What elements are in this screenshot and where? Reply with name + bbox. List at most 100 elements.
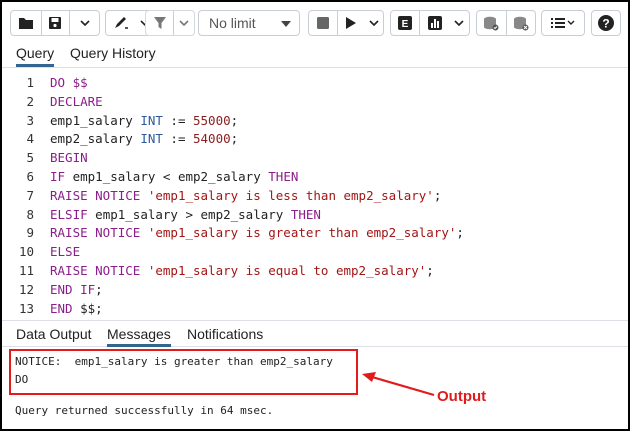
line-number: 7 bbox=[26, 187, 34, 203]
line-number: 12 bbox=[18, 281, 34, 297]
line-number: 2 bbox=[26, 93, 34, 109]
caret-down-icon bbox=[281, 21, 291, 27]
macros-button[interactable] bbox=[541, 10, 585, 36]
line-number: 10 bbox=[18, 244, 34, 260]
line-number: 9 bbox=[26, 225, 34, 241]
code-token: INT bbox=[140, 131, 163, 147]
save-icon[interactable] bbox=[42, 11, 70, 35]
help-button[interactable]: ? bbox=[591, 10, 621, 36]
code-token: $$; bbox=[72, 300, 103, 316]
code-token: := bbox=[162, 112, 193, 128]
code-token: THEN bbox=[268, 169, 299, 184]
code-token: END bbox=[50, 300, 73, 316]
code-token: ; bbox=[230, 131, 239, 147]
code-token: ; bbox=[433, 187, 442, 203]
tab-query[interactable]: Query bbox=[16, 45, 55, 67]
code-line: RAISE NOTICE 'emp1_salary is less than e… bbox=[50, 188, 441, 203]
analyze-chart-icon[interactable] bbox=[420, 11, 450, 35]
code-token: ; bbox=[230, 112, 239, 128]
code-token: ELSIF bbox=[50, 206, 88, 222]
macros-list-icon bbox=[542, 11, 584, 35]
query-tool-window: No limit E ? Query Query History 1 2 3 4… bbox=[0, 0, 630, 431]
code-line: ELSE bbox=[50, 244, 80, 259]
line-number: 1 bbox=[26, 75, 34, 90]
svg-text:E: E bbox=[402, 19, 409, 30]
notice-message: NOTICE: emp1_salary is greater than emp2… bbox=[15, 355, 333, 368]
svg-text:?: ? bbox=[602, 17, 609, 31]
code-token: emp1_salary bbox=[50, 112, 141, 128]
code-token: END IF bbox=[50, 281, 96, 297]
code-token: := bbox=[162, 131, 193, 147]
query-status-message: Query returned successfully in 64 msec. bbox=[15, 404, 274, 417]
line-number: 8 bbox=[26, 206, 34, 222]
code-token: 'emp1_salary is greater than emp2_salary… bbox=[147, 225, 457, 241]
line-number-gutter: 1 2 3 4 5 6 7 8 9 10 11 12 13 bbox=[2, 69, 42, 319]
file-button-group bbox=[10, 10, 100, 36]
output-annotation-label: Output bbox=[437, 388, 487, 405]
explain-icon[interactable]: E bbox=[391, 11, 419, 35]
code-line: emp1_salary INT := 55000; bbox=[50, 113, 238, 128]
code-token: RAISE NOTICE bbox=[50, 225, 141, 241]
execute-button-group bbox=[308, 10, 384, 36]
line-number: 6 bbox=[26, 169, 34, 184]
code-line: RAISE NOTICE 'emp1_salary is greater tha… bbox=[50, 225, 464, 240]
toolbar: No limit E ? bbox=[2, 2, 628, 42]
line-number: 5 bbox=[26, 150, 34, 166]
code-token: RAISE NOTICE bbox=[50, 187, 141, 203]
folder-icon[interactable] bbox=[11, 11, 41, 35]
help-icon: ? bbox=[592, 11, 620, 35]
row-limit-value: No limit bbox=[209, 15, 256, 31]
commit-icon[interactable] bbox=[477, 11, 506, 35]
code-token: emp1_salary > emp2_salary bbox=[87, 206, 291, 222]
code-token: ; bbox=[95, 281, 103, 297]
explain-button-group: E bbox=[390, 10, 470, 36]
code-token: ; bbox=[456, 225, 464, 241]
rollback-icon[interactable] bbox=[507, 11, 536, 35]
code-line: IF emp1_salary < emp2_salary THEN bbox=[50, 169, 298, 184]
code-line: DECLARE bbox=[50, 94, 103, 109]
filter-icon[interactable] bbox=[146, 11, 173, 35]
tab-data-output[interactable]: Data Output bbox=[16, 326, 92, 347]
tab-messages[interactable]: Messages bbox=[107, 326, 171, 347]
code-line: emp2_salary INT := 54000; bbox=[50, 131, 238, 146]
annotation-arrow-icon bbox=[362, 372, 435, 397]
code-line: END $$; bbox=[50, 301, 103, 316]
code-token: emp1_salary < emp2_salary bbox=[65, 169, 269, 184]
query-tabs: Query Query History bbox=[2, 42, 628, 68]
row-limit-select[interactable]: No limit bbox=[198, 10, 300, 36]
do-message: DO bbox=[15, 373, 29, 386]
code-token: DO $$ bbox=[50, 75, 88, 90]
code-token: RAISE NOTICE bbox=[50, 263, 141, 278]
chevron-down-icon[interactable] bbox=[174, 11, 194, 35]
result-tabs: Data Output Messages Notifications bbox=[2, 320, 628, 347]
code-token: DECLARE bbox=[50, 93, 103, 109]
tab-query-history[interactable]: Query History bbox=[70, 45, 156, 67]
code-token: 54000 bbox=[193, 131, 231, 147]
code-token: THEN bbox=[290, 206, 321, 222]
chevron-down-icon[interactable] bbox=[450, 11, 468, 35]
code-token: emp2_salary bbox=[50, 131, 141, 147]
line-number: 4 bbox=[26, 131, 34, 147]
play-icon[interactable] bbox=[338, 11, 366, 35]
line-number: 3 bbox=[26, 112, 34, 128]
chevron-down-icon[interactable] bbox=[365, 11, 383, 35]
edit-pen-icon[interactable] bbox=[106, 11, 136, 35]
sql-editor[interactable]: 1 2 3 4 5 6 7 8 9 10 11 12 13 DO $$ DECLARE emp1_salar… bbox=[2, 69, 628, 319]
chevron-down-icon[interactable] bbox=[70, 11, 99, 35]
code-line: BEGIN bbox=[50, 150, 88, 165]
code-line: DO $$ bbox=[50, 75, 88, 90]
tab-notifications[interactable]: Notifications bbox=[187, 326, 263, 347]
filter-button-group bbox=[145, 10, 195, 36]
code-line: END IF; bbox=[50, 282, 103, 297]
code-token: IF bbox=[50, 169, 66, 184]
line-number: 11 bbox=[18, 263, 34, 278]
code-token: BEGIN bbox=[50, 150, 88, 166]
code-token: 'emp1_salary is less than emp2_salary' bbox=[147, 187, 434, 203]
code-token: ; bbox=[426, 263, 434, 278]
code-token: 'emp1_salary is equal to emp2_salary' bbox=[147, 263, 427, 278]
stop-icon[interactable] bbox=[309, 11, 337, 35]
transaction-button-group bbox=[476, 10, 536, 36]
